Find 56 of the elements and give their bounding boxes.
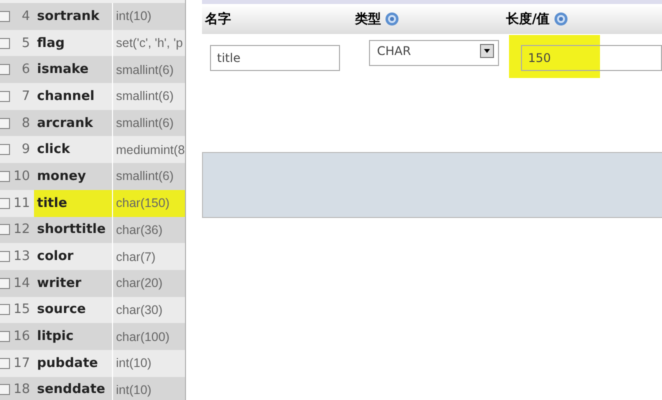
row-number: 7 <box>20 88 31 104</box>
row-number: 18 <box>12 382 31 398</box>
column-name: shorttitle <box>36 221 107 240</box>
row-number: 14 <box>12 276 31 291</box>
row-number: 4 <box>20 8 31 24</box>
column-name: click <box>36 141 71 160</box>
column-name: flag <box>36 34 66 53</box>
row-checkbox[interactable] <box>0 224 10 236</box>
row-checkbox[interactable] <box>0 384 10 396</box>
help-icon[interactable] <box>385 12 399 26</box>
row-checkbox[interactable] <box>0 38 10 49</box>
column-name: senddate <box>36 381 106 400</box>
row-number: 6 <box>20 62 31 78</box>
row-checkbox[interactable] <box>0 118 10 129</box>
column-name: arcrank <box>36 114 94 133</box>
row-number: 11 <box>12 196 31 211</box>
row-number: 5 <box>20 36 31 51</box>
column-name: title <box>34 190 112 216</box>
column-name: color <box>36 248 74 266</box>
column-name: ismake <box>36 61 90 80</box>
row-checkbox[interactable] <box>0 331 10 342</box>
column-name: channel <box>36 88 96 106</box>
help-icon[interactable] <box>554 12 568 26</box>
row-number: 9 <box>20 142 31 158</box>
column-type: int(10) <box>112 376 185 400</box>
row-checkbox[interactable] <box>0 144 10 156</box>
row-checkbox[interactable] <box>0 90 10 102</box>
row-number: 8 <box>20 116 31 131</box>
header-label: 名字 <box>205 10 231 28</box>
row-checkbox[interactable] <box>0 278 10 289</box>
column-name: litpic <box>36 328 75 346</box>
dropdown-icon <box>480 44 494 58</box>
row-number: 12 <box>12 222 31 238</box>
row-checkbox[interactable] <box>0 358 10 369</box>
length-field[interactable]: 150 <box>521 45 662 71</box>
name-field[interactable]: title <box>210 45 340 71</box>
row-number: 13 <box>12 249 31 264</box>
row-number: 17 <box>12 356 31 371</box>
column-name: source <box>36 301 87 320</box>
header-label: 长度/值 <box>506 10 550 28</box>
row-checkbox[interactable] <box>0 64 10 76</box>
header-label: 类型 <box>355 11 381 28</box>
row-number: 10 <box>12 168 31 184</box>
column-name: money <box>36 168 88 186</box>
row-checkbox[interactable] <box>0 304 10 316</box>
row-checkbox[interactable] <box>0 170 10 182</box>
type-select[interactable]: CHAR <box>369 40 499 66</box>
column-name: sortrank <box>36 8 100 26</box>
row-checkbox[interactable] <box>0 10 10 22</box>
column-name: writer <box>36 274 82 293</box>
row-number: 16 <box>12 329 31 344</box>
row-checkbox[interactable] <box>0 251 10 262</box>
column-type: char(150) <box>112 190 185 216</box>
row-number: 15 <box>12 302 31 318</box>
column-name: pubdate <box>36 354 99 373</box>
row-checkbox[interactable] <box>0 198 10 209</box>
